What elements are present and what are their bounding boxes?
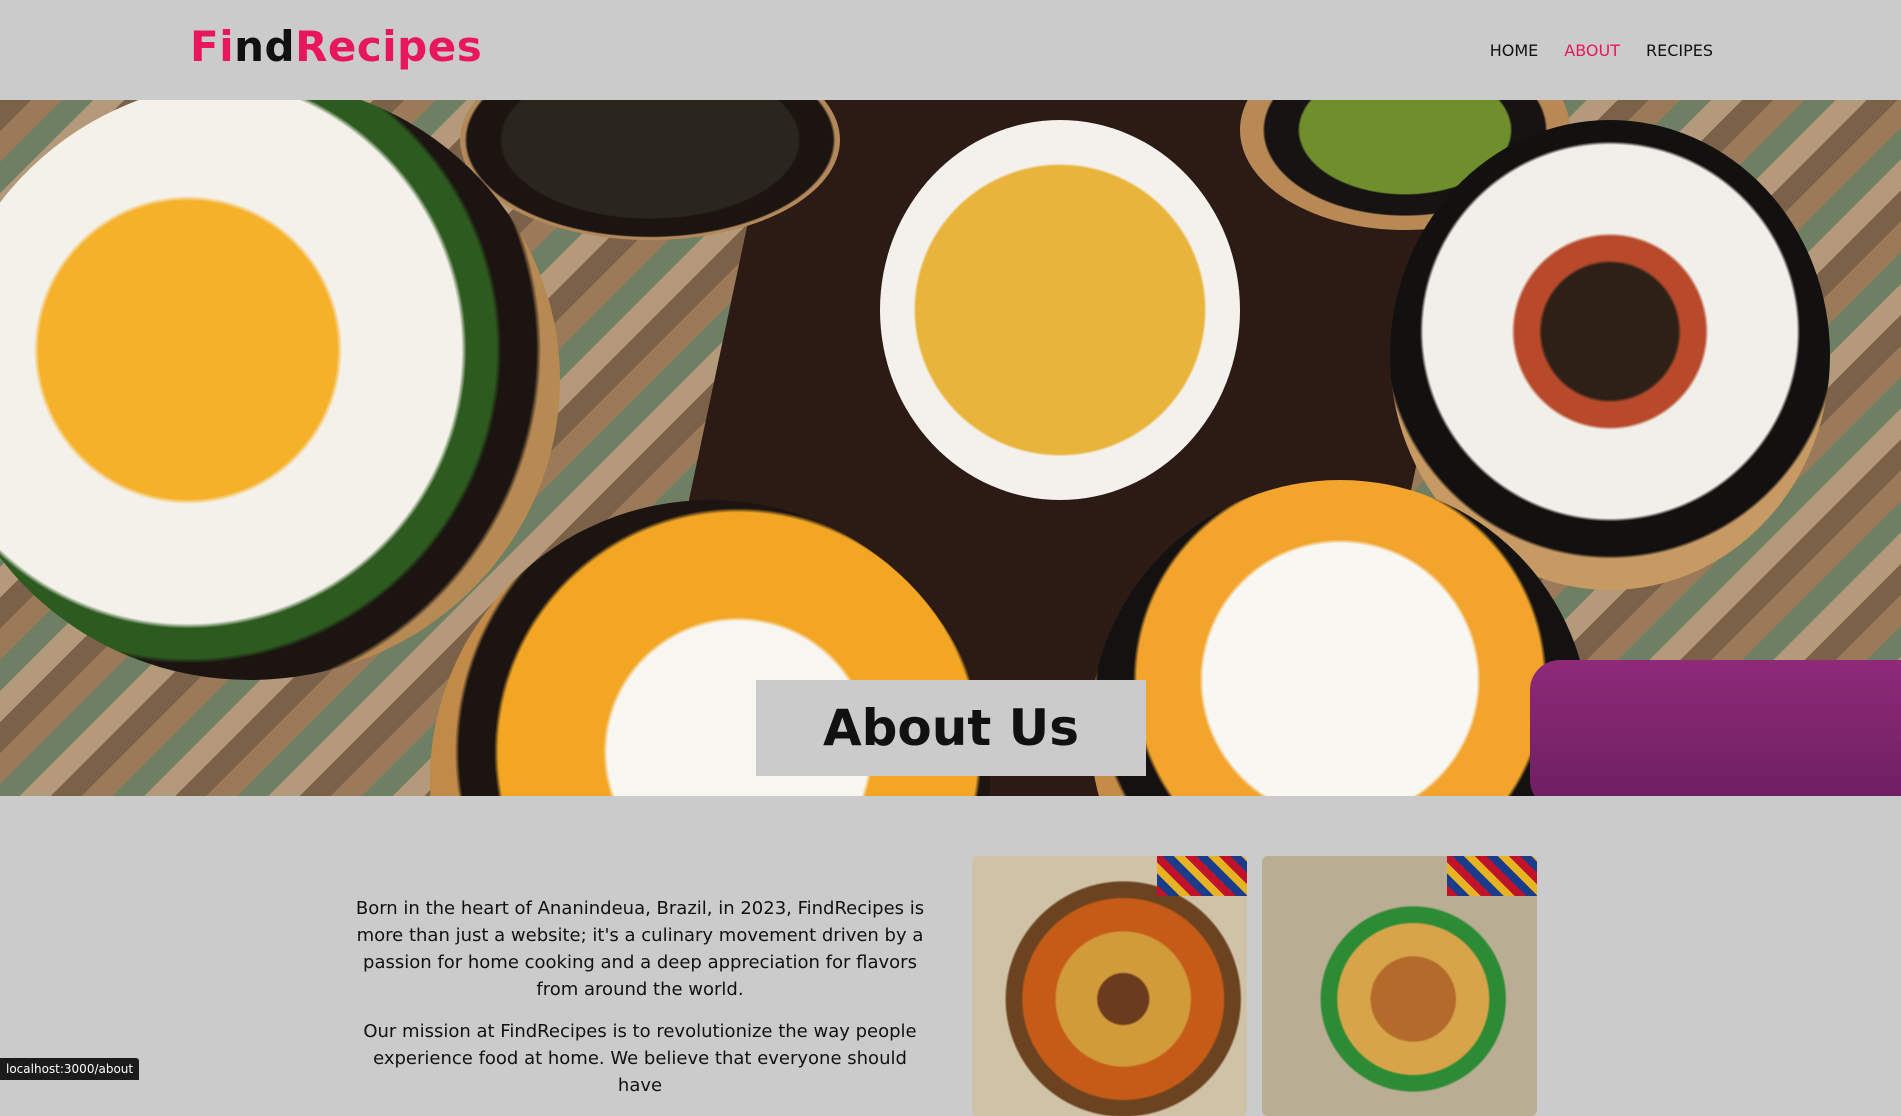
nav-about[interactable]: ABOUT <box>1564 41 1620 60</box>
main-nav: HOME ABOUT RECIPES <box>1490 41 1713 60</box>
food-photo <box>972 856 1247 1116</box>
hero-farofa-bowl <box>880 120 1240 500</box>
logo-part-1: Fi <box>190 22 235 71</box>
photo-textile <box>1447 856 1537 896</box>
nav-home[interactable]: HOME <box>1490 41 1539 60</box>
about-text: Born in the heart of Ananindeua, Brazil,… <box>350 895 930 1114</box>
photo-textile <box>1157 856 1247 896</box>
food-photo <box>1262 856 1537 1116</box>
hero-shrimp-bowl <box>0 100 560 680</box>
page-title: About Us <box>822 699 1080 757</box>
hero-acai-cup <box>1530 660 1901 796</box>
hero-banner: About Us <box>0 100 1901 796</box>
status-bar-url: localhost:3000/about <box>0 1058 140 1080</box>
nav-recipes[interactable]: RECIPES <box>1646 41 1713 60</box>
site-logo[interactable]: FindRecipes <box>190 22 482 71</box>
logo-part-3: Recipes <box>295 22 483 71</box>
page-title-box: About Us <box>756 680 1146 776</box>
site-header: FindRecipes HOME ABOUT RECIPES <box>0 0 1901 100</box>
logo-part-2: nd <box>234 22 296 71</box>
about-paragraph: Born in the heart of Ananindeua, Brazil,… <box>355 898 925 1000</box>
about-paragraph: Our mission at FindRecipes is to revolut… <box>363 1021 917 1096</box>
